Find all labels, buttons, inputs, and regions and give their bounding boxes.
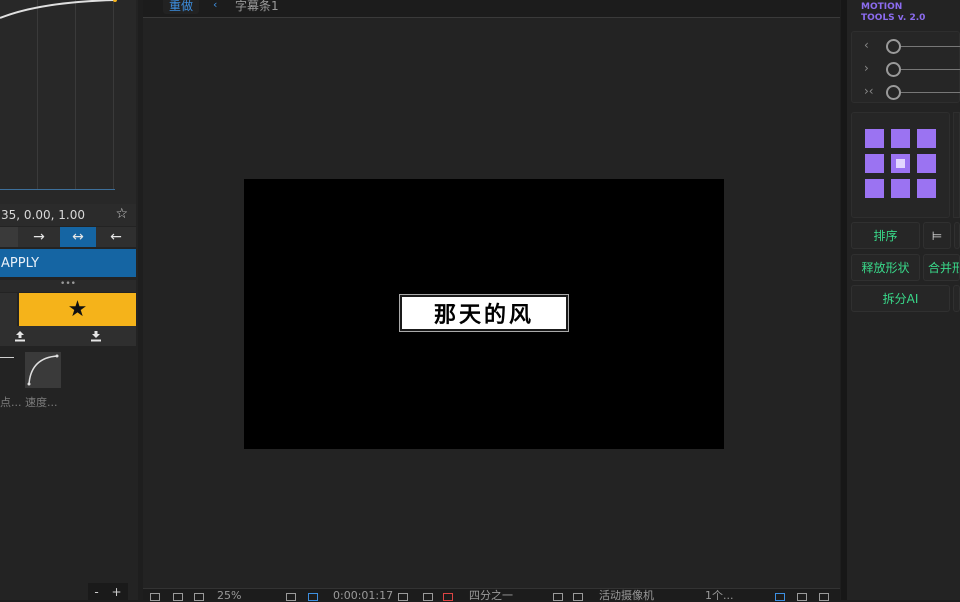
download-icon xyxy=(91,331,101,342)
direction-left-stub[interactable] xyxy=(0,227,18,247)
anchor-top-left[interactable] xyxy=(865,129,884,148)
ease-in-button[interactable]: → xyxy=(21,227,57,247)
star-icon: ★ xyxy=(67,297,88,322)
bezier-values-field[interactable]: 35, 0.00, 1.00 ☆ xyxy=(0,204,136,226)
motion-tools-title: MOTION TOOLS v. 2.0 xyxy=(861,2,925,24)
zoom-control: - + xyxy=(88,583,128,600)
upload-button[interactable] xyxy=(0,326,40,346)
title-line-2: TOOLS v. 2.0 xyxy=(861,13,926,23)
viewer-bottom-bar: 25% 0:00:01:17 四分之一 活动摄像机 1个... xyxy=(143,588,840,601)
favorites-stub[interactable] xyxy=(0,293,17,326)
bezier-values-text: 35, 0.00, 1.00 xyxy=(1,208,85,222)
merge-shape-button[interactable]: 合并形 xyxy=(923,254,960,281)
title-line-1: MOTION xyxy=(861,2,903,12)
arrow-right-icon: → xyxy=(33,229,45,245)
preset-item[interactable] xyxy=(25,352,61,388)
slider-knob[interactable] xyxy=(886,39,901,54)
subtitle-text: 那天的风 xyxy=(433,303,534,328)
favorites-row: ★ xyxy=(0,293,136,326)
align-tool-button[interactable]: ⊨ xyxy=(923,222,951,249)
sort-label: 排序 xyxy=(873,229,898,243)
anchor-center[interactable] xyxy=(891,154,910,173)
slider-in[interactable]: ‹ xyxy=(852,36,960,56)
extra-button[interactable] xyxy=(953,285,960,312)
direction-row: → ↔ ← xyxy=(0,227,136,247)
upload-icon xyxy=(15,331,25,342)
anchor-bottom-center[interactable] xyxy=(891,179,910,198)
apply-label: APPLY xyxy=(1,255,40,271)
download-button[interactable] xyxy=(76,326,116,346)
side-tool-strip[interactable] xyxy=(953,112,960,218)
star-outline-icon[interactable]: ☆ xyxy=(115,206,128,222)
release-shape-label: 释放形状 xyxy=(861,261,910,275)
graph-baseline xyxy=(0,189,115,190)
anchor-middle-right[interactable] xyxy=(917,154,936,173)
anchor-grid xyxy=(851,112,950,218)
anchor-top-center[interactable] xyxy=(891,129,910,148)
slider-track xyxy=(898,46,960,47)
align-icon: ⊨ xyxy=(931,228,943,243)
favorite-button[interactable]: ★ xyxy=(19,293,136,326)
ease-out-icon: › xyxy=(864,61,869,75)
slider-track xyxy=(898,69,960,70)
dots-icon: ••• xyxy=(60,279,76,289)
tab-arrow-icon[interactable]: ‹ xyxy=(213,0,217,11)
preset-linear-icon xyxy=(0,357,14,358)
easing-curve xyxy=(0,0,117,19)
slider-both[interactable]: ›‹ xyxy=(852,82,960,102)
anchor-bottom-left[interactable] xyxy=(865,179,884,198)
align-tool-button-2[interactable] xyxy=(954,222,960,249)
preset-label: 点... xyxy=(0,396,22,409)
preset-ease-out-icon xyxy=(27,354,59,386)
ease-both-icon: ›‹ xyxy=(864,84,874,98)
subtitle-text-layer[interactable]: 那天的风 xyxy=(399,294,569,332)
slider-track xyxy=(898,92,960,93)
ease-in-icon: ‹ xyxy=(864,38,869,52)
panel-resize-handle[interactable]: ••• xyxy=(0,280,136,292)
merge-shape-label: 合并形 xyxy=(928,261,959,275)
sort-button[interactable]: 排序 xyxy=(851,222,920,249)
apply-button[interactable]: APPLY xyxy=(0,249,136,277)
anchor-top-right[interactable] xyxy=(917,129,936,148)
split-ai-button[interactable]: 拆分AI xyxy=(851,285,950,312)
zoom-plus-button[interactable]: + xyxy=(112,585,122,599)
slider-out[interactable]: › xyxy=(852,59,960,79)
ease-both-button[interactable]: ↔ xyxy=(60,227,96,247)
ease-out-button[interactable]: ← xyxy=(98,227,134,247)
ease-sliders: ‹ › ›‹ xyxy=(851,31,960,103)
tab-redo[interactable]: 重做 xyxy=(163,0,200,14)
easing-graph[interactable] xyxy=(0,0,136,205)
zoom-minus-button[interactable]: - xyxy=(94,585,98,599)
arrow-both-icon: ↔ xyxy=(72,229,84,245)
arrow-left-icon: ← xyxy=(110,229,122,245)
preset-label: 速度... xyxy=(25,396,58,409)
preset-item[interactable] xyxy=(0,352,18,388)
import-export-row xyxy=(0,326,136,346)
viewer-tab-bar: 重做 ‹ 字幕条1 xyxy=(143,0,840,18)
slider-knob[interactable] xyxy=(886,85,901,100)
split-ai-label: 拆分AI xyxy=(882,292,919,306)
release-shape-button[interactable]: 释放形状 xyxy=(851,254,920,281)
tab-composition-name[interactable]: 字幕条1 xyxy=(235,0,279,14)
slider-knob[interactable] xyxy=(886,62,901,77)
anchor-bottom-right[interactable] xyxy=(917,179,936,198)
anchor-middle-left[interactable] xyxy=(865,154,884,173)
